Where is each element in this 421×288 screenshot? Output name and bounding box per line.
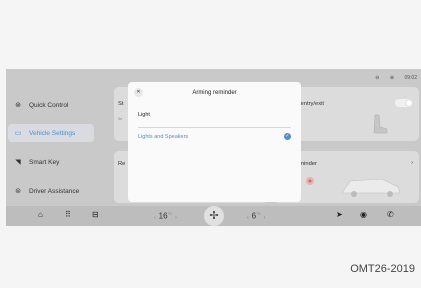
card-subtitle: Se xyxy=(118,117,123,121)
card-title: St xyxy=(118,101,124,107)
seat-icon xyxy=(373,114,388,134)
fan-icon[interactable]: ✢ xyxy=(204,206,224,226)
dialog-title: Arming reminder xyxy=(192,90,237,96)
sidebar-item-smart-key[interactable]: ◥ Smart Key xyxy=(8,153,94,171)
apps-icon[interactable]: ⠿ xyxy=(65,210,71,219)
temp-unit: °C xyxy=(256,211,261,216)
easy-entry-toggle[interactable] xyxy=(395,99,413,107)
arming-reminder-dialog: ✕ Arming reminder Light Lights and Speak… xyxy=(128,82,301,202)
passenger-temperature[interactable]: ‹ 6°C› xyxy=(244,211,268,221)
sidebar-item-label: Smart Key xyxy=(29,158,60,166)
figure-caption: OMT26-2019 xyxy=(350,263,415,275)
navigation-icon[interactable]: ➤ xyxy=(336,210,343,219)
home-icon[interactable]: ⌂ xyxy=(38,210,43,219)
bottom-dock: ⌂ ⠿ ⊟ ‹ 16°C› ✢ ‹ 6°C› ➤ ◉ ✆ xyxy=(6,206,421,226)
steering-assist-icon: ⊜ xyxy=(15,188,21,195)
chevron-left-icon[interactable]: ‹ xyxy=(154,215,156,221)
driver-temperature[interactable]: ‹ 16°C› xyxy=(151,211,180,221)
sidebar-item-label: Driver Assistance xyxy=(29,187,80,195)
chevron-right-icon[interactable]: › xyxy=(175,215,177,221)
sidebar-item-driver-assistance[interactable]: ⊜ Driver Assistance xyxy=(8,182,94,200)
sidebar-item-quick-control[interactable]: ⊛ Quick Control xyxy=(8,96,94,114)
infotainment-screen: ⊖ ⊗ 09:02 ⊛ Quick Control ▭ Vehicle Sett… xyxy=(6,69,421,226)
steering-wheel-icon: ⊛ xyxy=(15,102,21,109)
temp-unit: °C xyxy=(167,211,173,216)
driver-temp-value: 16 xyxy=(158,211,168,221)
person-icon: ⊖ xyxy=(375,75,380,81)
key-icon: ◥ xyxy=(15,159,21,166)
option-divider xyxy=(138,127,291,128)
chevron-left-icon[interactable]: ‹ xyxy=(247,215,249,221)
chevron-right-icon: › xyxy=(411,160,413,166)
signal-icon: ⊗ xyxy=(389,75,395,81)
option-light[interactable]: Light xyxy=(138,112,291,118)
status-time: 09:02 xyxy=(404,75,417,81)
media-icon[interactable]: ◉ xyxy=(360,210,367,219)
card-title: Re xyxy=(118,161,126,167)
phone-icon[interactable]: ✆ xyxy=(387,210,394,219)
check-icon: ✓ xyxy=(284,133,291,140)
car-icon: ▭ xyxy=(14,130,22,137)
car-icon[interactable]: ⊟ xyxy=(92,210,99,219)
option-lights-and-speakers[interactable]: Lights and Speakers xyxy=(138,134,291,140)
sidebar-item-label: Quick Control xyxy=(29,101,69,109)
car-illustration-icon xyxy=(306,177,401,197)
sidebar-item-vehicle-settings[interactable]: ▭ Vehicle Settings xyxy=(8,124,94,142)
chevron-right-icon[interactable]: › xyxy=(264,215,266,221)
sidebar-item-label: Vehicle Settings xyxy=(29,129,76,137)
status-bar: ⊖ ⊗ 09:02 xyxy=(366,75,417,81)
